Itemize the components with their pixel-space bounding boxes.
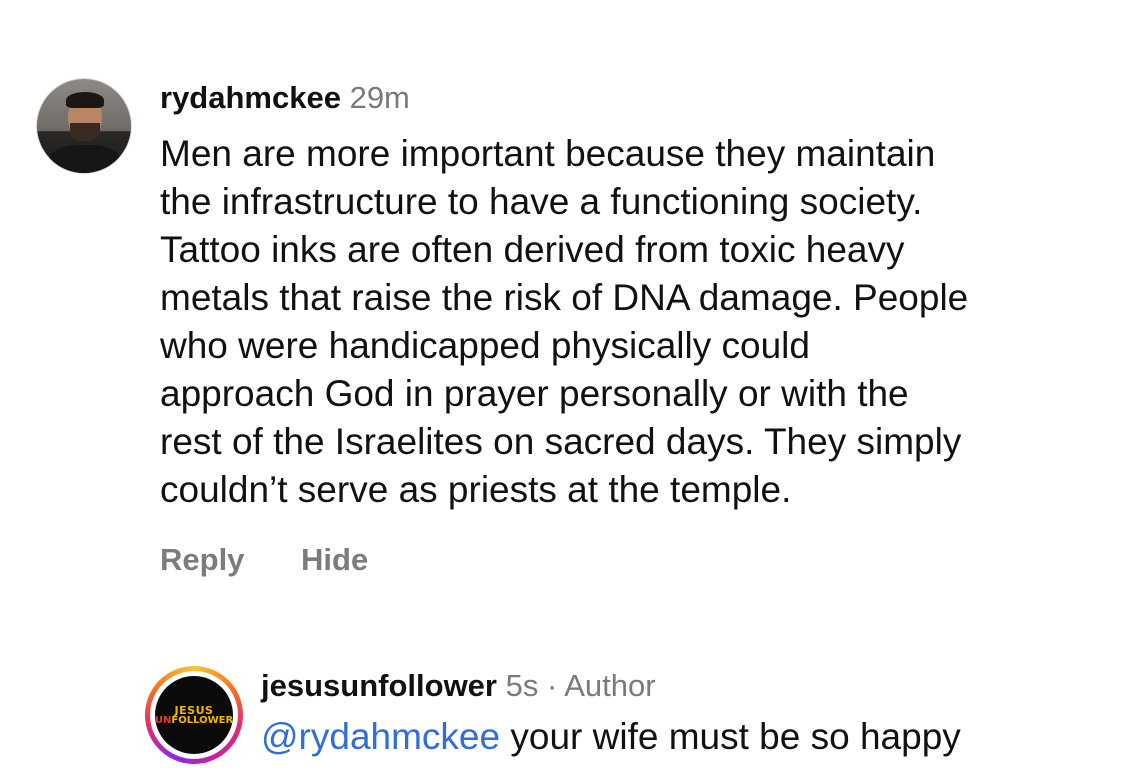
avatar[interactable] [36,78,132,174]
timestamp: 29m [349,80,410,115]
comment-text: Men are more important because they main… [160,133,969,510]
comment-actions: Reply Hide [160,542,416,578]
avatar-hair [66,92,104,108]
avatar-ring-gap: JESUS UNFOLLOWER [150,671,238,759]
separator: · [546,668,558,703]
hide-button[interactable]: Hide [301,542,368,577]
username[interactable]: jesusunfollower [261,668,497,703]
avatar-beard [70,123,100,141]
logo-text-bottom: UNFOLLOWER [154,714,234,726]
mention-link[interactable]: @rydahmckee [261,716,500,757]
comment-text: @rydahmckee your wife must be so happy [261,716,961,758]
logo-text-follower: FOLLOWER [171,714,234,726]
reply-button[interactable]: Reply [160,542,244,577]
timestamp: 5s [505,668,539,703]
avatar-shirt [49,145,121,173]
avatar-logo: JESUS UNFOLLOWER [155,676,233,754]
story-ring[interactable]: JESUS UNFOLLOWER [145,666,243,764]
author-label: Author [564,668,656,703]
comment-header: jesusunfollower 5s · Author [261,668,656,704]
username[interactable]: rydahmckee [160,80,341,115]
comment-header: rydahmckee 29m [160,80,410,116]
reply-body: your wife must be so happy [500,716,961,757]
logo-text-un: UN [154,714,172,726]
